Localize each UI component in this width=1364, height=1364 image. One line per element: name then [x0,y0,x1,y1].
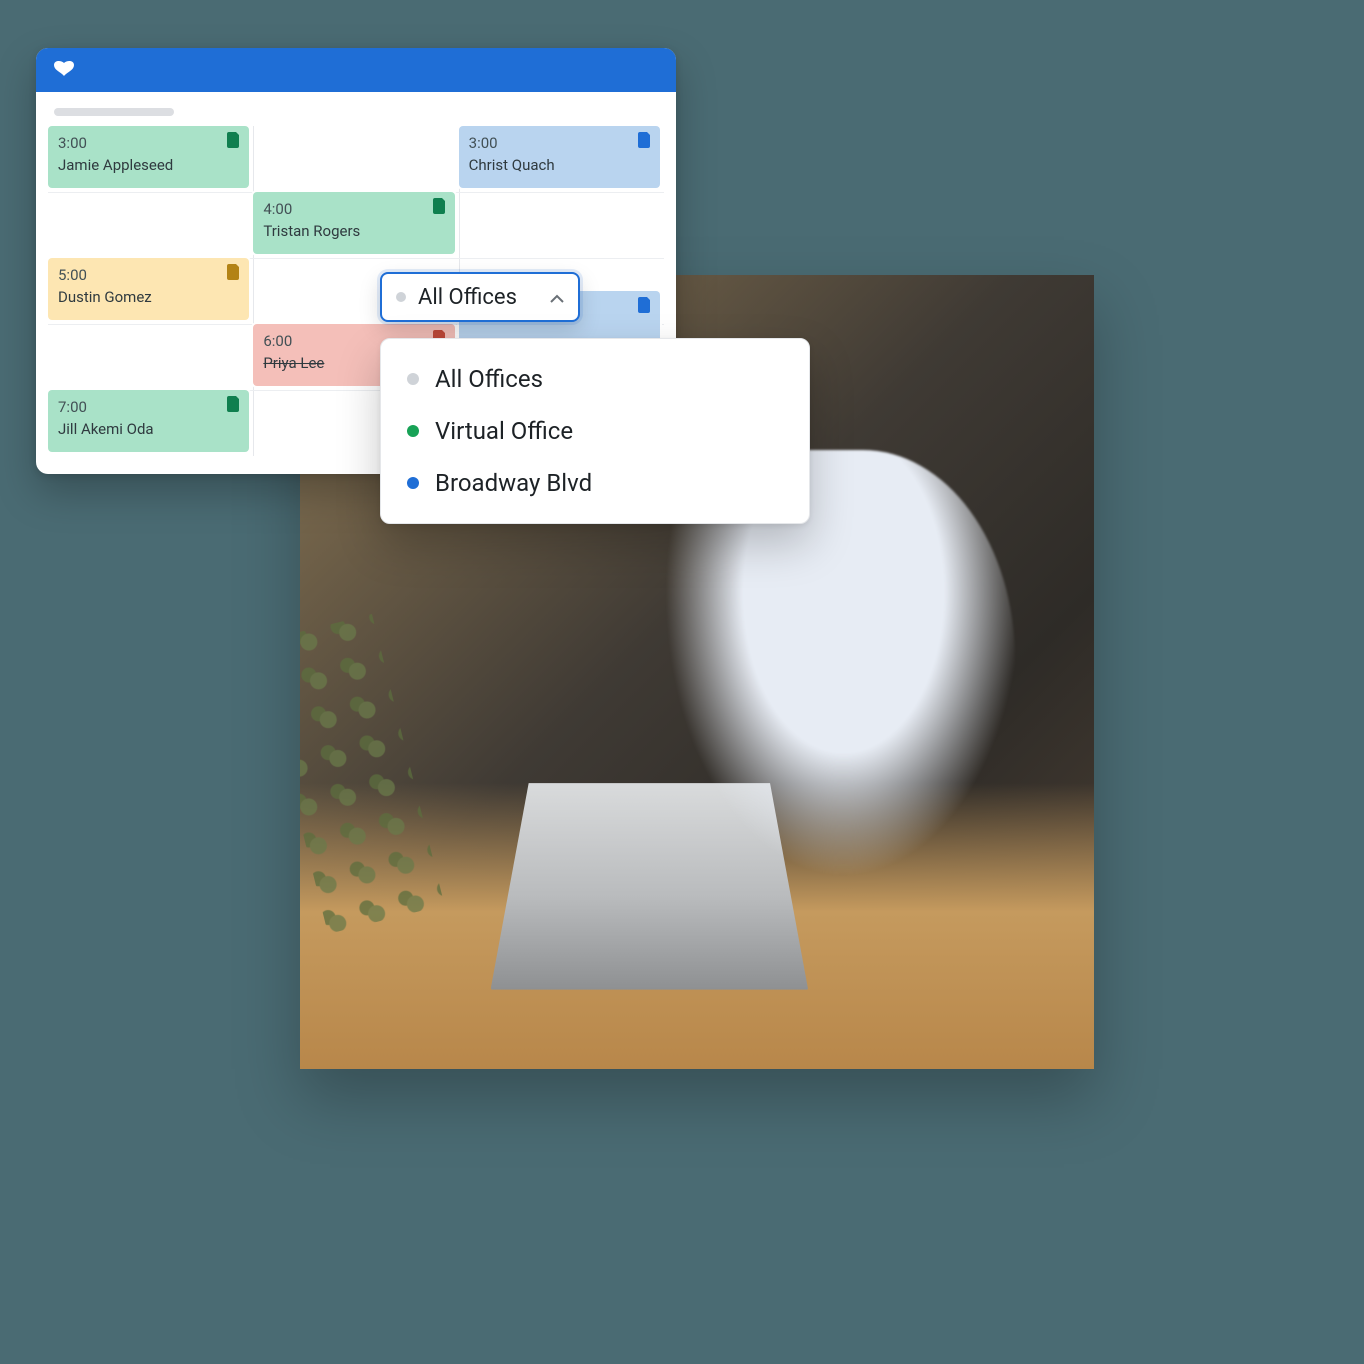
office-option-all[interactable]: All Offices [381,353,809,405]
office-option-virtual[interactable]: Virtual Office [381,405,809,457]
document-icon [227,132,241,152]
document-icon [433,198,447,218]
plant-decor [300,614,445,934]
office-filter-dropdown[interactable]: All Offices [380,272,580,322]
chevron-up-icon [550,285,564,310]
laptop-shape [491,783,809,989]
app-toolbar [36,48,676,92]
event-time: 7:00 [58,398,239,416]
status-dot-icon [407,477,419,489]
status-dot-icon [396,292,406,302]
dropdown-selected-label: All Offices [418,285,517,310]
event-name: Christ Quach [469,156,650,174]
event-name: Jamie Appleseed [58,156,239,174]
document-icon [227,396,241,416]
header-skeleton [54,108,174,116]
event-time: 3:00 [58,134,239,152]
document-icon [638,132,652,152]
option-label: All Offices [435,365,543,393]
option-label: Virtual Office [435,417,573,445]
office-option-broadway[interactable]: Broadway Blvd [381,457,809,509]
document-icon [227,264,241,284]
event-name: Jill Akemi Oda [58,420,239,438]
calendar-event[interactable]: 7:00 Jill Akemi Oda [48,390,249,452]
status-dot-icon [407,373,419,385]
office-filter-menu: All Offices Virtual Office Broadway Blvd [380,338,810,524]
event-time: 3:00 [469,134,650,152]
event-time: 4:00 [263,200,444,218]
butterfly-logo-icon [52,60,76,80]
calendar-event[interactable]: 4:00 Tristan Rogers [253,192,454,254]
document-icon [638,297,652,317]
calendar-event[interactable]: 3:00 Christ Quach [459,126,660,188]
status-dot-icon [407,425,419,437]
event-name: Tristan Rogers [263,222,444,240]
grid-col-line [253,126,254,456]
calendar-event[interactable]: 3:00 Jamie Appleseed [48,126,249,188]
calendar-event[interactable]: 5:00 Dustin Gomez [48,258,249,320]
option-label: Broadway Blvd [435,469,592,497]
event-name: Dustin Gomez [58,288,239,306]
event-time: 5:00 [58,266,239,284]
calendar-window: 3:00 Jamie Appleseed 3:00 Christ Quach 4:00 T… [36,48,676,474]
